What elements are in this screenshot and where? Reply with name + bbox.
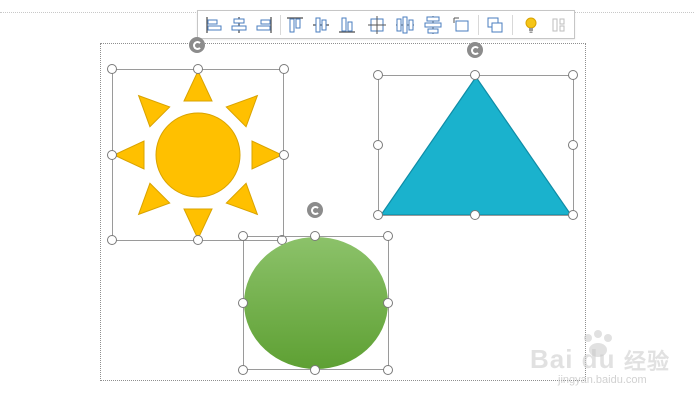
distribute-horizontal-icon[interactable] [394,14,416,36]
align-left-icon[interactable] [202,14,224,36]
circle-rotate-handle-icon[interactable] [307,202,323,218]
distribute-vertical-icon[interactable] [422,14,444,36]
same-size-icon[interactable] [450,14,472,36]
more-options-icon[interactable] [548,14,570,36]
triangle-resize-handle[interactable] [373,140,383,150]
toolbar-separator [280,15,281,35]
circle-resize-handle[interactable] [383,365,393,375]
watermark-url: jingyan.baidu.com [558,374,647,386]
sun-rotate-handle-icon[interactable] [189,37,205,53]
sun-resize-handle[interactable] [107,64,117,74]
circle-resize-handle[interactable] [383,298,393,308]
triangle-resize-handle[interactable] [568,70,578,80]
smart-tip-bulb-icon[interactable] [520,14,542,36]
group-icon[interactable] [484,14,506,36]
circle-resize-handle[interactable] [310,365,320,375]
triangle-resize-handle[interactable] [470,70,480,80]
triangle-resize-handle[interactable] [373,70,383,80]
triangle-resize-handle[interactable] [568,140,578,150]
align-right-icon[interactable] [254,14,276,36]
sun-resize-handle[interactable] [107,235,117,245]
circle-resize-handle[interactable] [383,231,393,241]
align-middle-icon[interactable] [310,14,332,36]
circle-selection-frame [243,236,389,370]
align-bottom-icon[interactable] [336,14,358,36]
triangle-rotate-handle-icon[interactable] [467,42,483,58]
triangle-resize-handle[interactable] [568,210,578,220]
baidu-watermark: Bai du 经验 jingyan.baidu.com [528,330,688,390]
circle-resize-handle[interactable] [310,231,320,241]
watermark-service: 经验 [624,349,671,374]
sun-resize-handle[interactable] [279,150,289,160]
toolbar-separator [478,15,479,35]
align-both-center-icon[interactable] [366,14,388,36]
toolbar-separator [512,15,513,35]
sun-selection-frame [112,69,284,241]
align-top-icon[interactable] [284,14,306,36]
circle-resize-handle[interactable] [238,231,248,241]
alignment-toolbar [197,10,575,39]
sun-resize-handle[interactable] [193,64,203,74]
triangle-selection-frame [378,75,574,216]
sun-resize-handle[interactable] [107,150,117,160]
watermark-brand: Bai du [530,344,616,374]
triangle-resize-handle[interactable] [373,210,383,220]
circle-resize-handle[interactable] [238,298,248,308]
circle-resize-handle[interactable] [238,365,248,375]
triangle-resize-handle[interactable] [470,210,480,220]
sun-resize-handle[interactable] [279,64,289,74]
align-center-icon[interactable] [228,14,250,36]
sun-resize-handle[interactable] [193,235,203,245]
